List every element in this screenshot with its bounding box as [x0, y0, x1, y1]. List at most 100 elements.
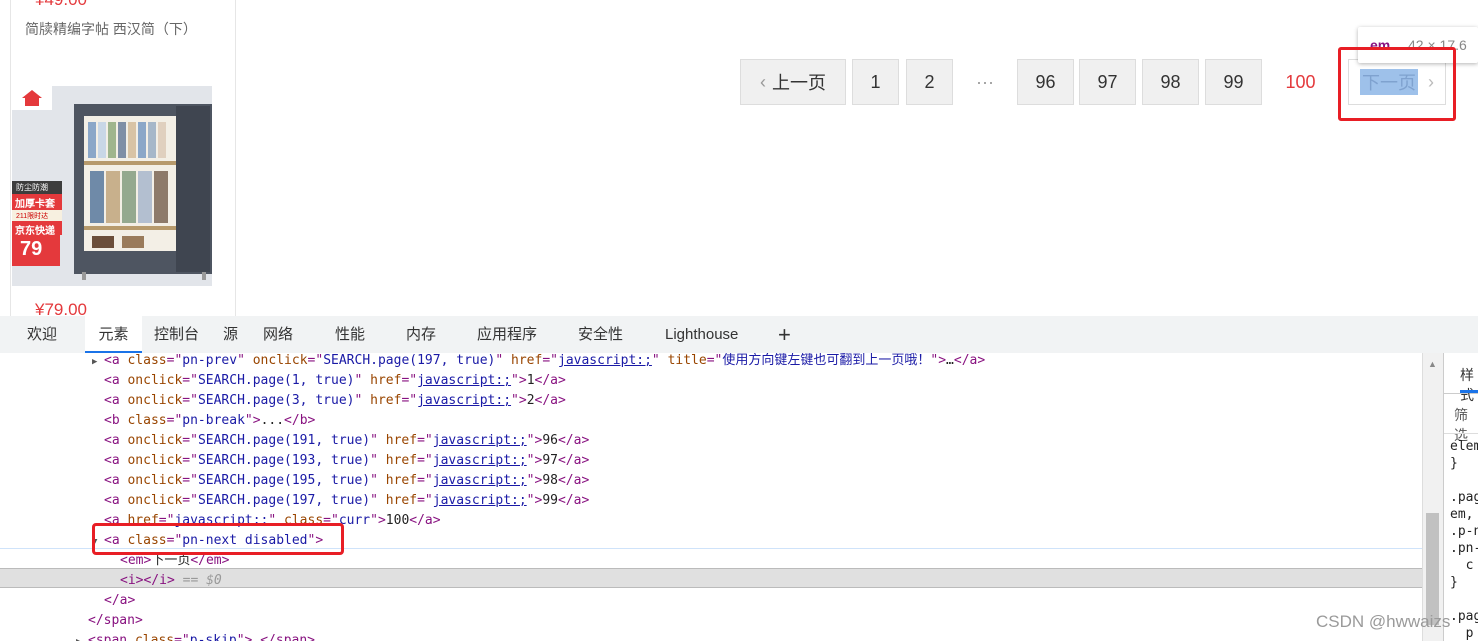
- tab-performance[interactable]: 性能: [335, 316, 365, 353]
- code-token: <a: [104, 393, 128, 408]
- code-token: href: [385, 473, 418, 488]
- elements-dom-tree[interactable]: ▶ <a class="pn-prev" onclick="SEARCH.page…: [0, 353, 1422, 641]
- code-token: onclick: [127, 453, 183, 468]
- style-rule-line: .pag: [1450, 609, 1478, 624]
- code-token: ">: [526, 473, 543, 488]
- code-token: =": [401, 373, 418, 388]
- code-token: href: [385, 493, 418, 508]
- code-token: <a: [104, 453, 128, 468]
- code-token: </em>: [190, 553, 230, 568]
- code-token: javascript:;: [417, 373, 512, 388]
- code-token: =": [166, 353, 183, 368]
- styles-divider: [1444, 433, 1478, 434]
- dom-node-line[interactable]: <b class="pn-break">...</b>: [92, 411, 315, 431]
- code-token: pn-prev: [182, 353, 238, 368]
- dom-node-line[interactable]: <a onclick="SEARCH.page(193, true)" href…: [92, 451, 589, 471]
- code-token: ": [370, 453, 386, 468]
- add-tab-plus-icon[interactable]: +: [778, 316, 791, 353]
- code-token: =": [182, 393, 198, 408]
- tab-memory[interactable]: 内存: [406, 316, 436, 353]
- code-token: =": [542, 353, 558, 368]
- code-token: ": [370, 473, 386, 488]
- page-button-99[interactable]: 99: [1205, 59, 1262, 105]
- product-title[interactable]: 简牍精编字帖 西汉简（下）: [25, 18, 205, 40]
- tab-network[interactable]: 网络: [263, 316, 293, 353]
- code-token: <b: [104, 413, 128, 428]
- code-token: class: [134, 633, 175, 641]
- page-button-2[interactable]: 2: [906, 59, 953, 105]
- code-token: title: [667, 353, 707, 368]
- style-rule-line: .page: [1450, 490, 1478, 505]
- tab-welcome[interactable]: 欢迎: [27, 316, 57, 353]
- dom-node-line[interactable]: <a onclick="SEARCH.page(191, true)" href…: [92, 431, 589, 451]
- code-token: …: [946, 353, 954, 368]
- code-token: <a: [104, 433, 128, 448]
- dom-node-line[interactable]: <a onclick="SEARCH.page(1, true)" href="…: [92, 371, 566, 391]
- code-token: SEARCH.page(195, true): [197, 473, 371, 488]
- tab-console[interactable]: 控制台: [154, 316, 199, 353]
- dom-node-line[interactable]: </span>: [76, 611, 143, 631]
- prev-page-button[interactable]: ‹ 上一页: [740, 59, 846, 105]
- code-token: p-skip: [189, 633, 237, 641]
- tab-sources[interactable]: 源: [223, 316, 238, 353]
- tab-security[interactable]: 安全性: [578, 316, 623, 353]
- code-token: SEARCH.page(191, true): [197, 433, 371, 448]
- scroll-up-icon[interactable]: ▲: [1428, 359, 1437, 369]
- tab-styles[interactable]: 样式: [1460, 365, 1478, 405]
- badge-211: 211限时达: [16, 213, 49, 220]
- image-price: 79: [20, 238, 43, 260]
- code-token: href: [385, 433, 418, 448]
- tab-lighthouse[interactable]: Lighthouse: [665, 316, 738, 353]
- code-token: ...: [260, 413, 285, 428]
- code-token: 2: [526, 393, 535, 408]
- code-token: ": [237, 353, 253, 368]
- code-token: 使用方向键左键也可翻到上一页哦！: [722, 353, 931, 368]
- style-rule-line: }: [1450, 575, 1458, 590]
- code-token: </a>: [557, 473, 590, 488]
- prev-page-label: 上一页: [772, 73, 826, 93]
- expand-triangle-icon[interactable]: ▶: [92, 353, 104, 372]
- code-token: SEARCH.page(197, true): [323, 353, 496, 368]
- badge-thick: 加厚卡套: [15, 199, 55, 210]
- dom-node-line[interactable]: ▶ <a class="pn-prev" onclick="SEARCH.page…: [92, 353, 985, 371]
- code-token: <a: [104, 353, 128, 368]
- code-token: ">: [526, 453, 543, 468]
- code-token: ": [354, 393, 371, 408]
- code-token: =": [401, 393, 418, 408]
- dom-node-line[interactable]: <a onclick="SEARCH.page(195, true)" href…: [92, 471, 589, 491]
- scrollbar-thumb[interactable]: [1426, 513, 1439, 625]
- code-token: =": [166, 413, 183, 428]
- code-token: pn-break: [182, 413, 245, 428]
- page-button-98[interactable]: 98: [1142, 59, 1199, 105]
- dom-node-line[interactable]: <i></i> == $0: [108, 571, 222, 591]
- product-price-top: ¥49.00: [35, 0, 87, 10]
- tab-elements[interactable]: 元素: [85, 316, 142, 353]
- page-button-97[interactable]: 97: [1079, 59, 1136, 105]
- code-token: ">: [370, 513, 386, 528]
- code-token: ": [370, 433, 386, 448]
- csdn-watermark: CSDN @hwwaizs: [1316, 612, 1451, 631]
- code-token: ": [370, 493, 386, 508]
- page-button-96[interactable]: 96: [1017, 59, 1074, 105]
- badge-jd-shipping: 京东快递: [15, 226, 55, 237]
- code-token: href: [370, 373, 402, 388]
- dom-tree-scrollbar[interactable]: ▲: [1422, 353, 1443, 641]
- dom-node-line[interactable]: ▶<span class="p-skip">…</span>: [76, 631, 315, 641]
- dom-node-line[interactable]: <a onclick="SEARCH.page(3, true)" href="…: [92, 391, 566, 411]
- dom-node-line[interactable]: </a>: [92, 591, 135, 611]
- expand-triangle-icon[interactable]: ▶: [76, 632, 88, 641]
- style-rule-line: element: [1450, 439, 1478, 454]
- code-token: =": [182, 493, 198, 508]
- code-token: javascript:;: [417, 393, 512, 408]
- product-image[interactable]: 防尘防潮 加厚卡套 211限时达 京东快递 79: [12, 86, 212, 286]
- dom-node-line[interactable]: <a onclick="SEARCH.page(197, true)" href…: [92, 491, 589, 511]
- page-button-1[interactable]: 1: [852, 59, 899, 105]
- code-token: href: [511, 353, 543, 368]
- code-token: ">: [236, 633, 253, 641]
- highlight-box-next: [1338, 47, 1456, 121]
- code-token: </span>: [260, 633, 316, 641]
- style-rule-line: }: [1450, 456, 1458, 471]
- tab-application[interactable]: 应用程序: [477, 316, 537, 353]
- code-token: javascript:;: [432, 493, 527, 508]
- code-token: ">: [511, 373, 527, 388]
